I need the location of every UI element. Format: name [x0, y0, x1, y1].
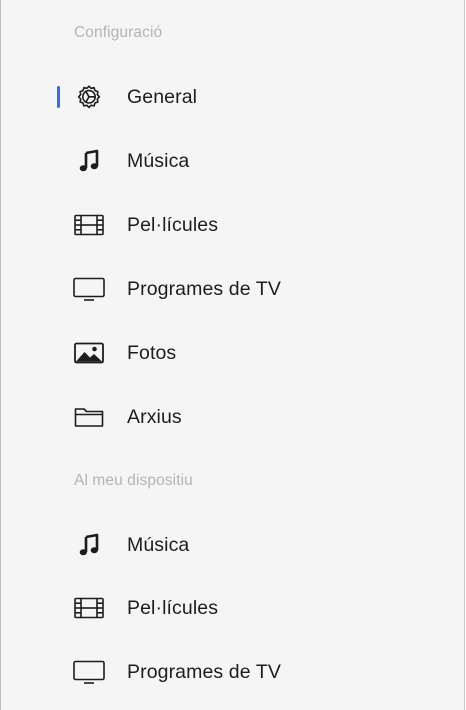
- tv-icon: [71, 657, 107, 687]
- sidebar-item-label: Arxius: [127, 405, 182, 428]
- section-title-configuracio: Configuració: [74, 24, 163, 41]
- sidebar-item-programes-tv[interactable]: Programes de TV: [1, 267, 464, 311]
- music-note-icon: [71, 146, 107, 176]
- sidebar-item-device-musica[interactable]: Música: [1, 523, 464, 567]
- sidebar-item-fotos[interactable]: Fotos: [1, 331, 464, 375]
- section-title-al-meu-dispositiu: Al meu dispositiu: [74, 472, 193, 489]
- sidebar-item-label: General: [127, 85, 198, 108]
- selection-indicator: [57, 86, 60, 108]
- sidebar-item-pellicules[interactable]: Pel·lícules: [1, 203, 464, 247]
- sidebar-item-general[interactable]: General: [1, 75, 464, 119]
- tv-icon: [71, 274, 107, 304]
- sidebar-item-label: Programes de TV: [127, 277, 281, 300]
- sidebar: Configuració General Música Pel·lícules …: [0, 0, 465, 710]
- music-note-icon: [71, 530, 107, 560]
- sidebar-item-label: Fotos: [127, 341, 177, 364]
- sidebar-item-device-programes-tv[interactable]: Programes de TV: [1, 650, 464, 694]
- photo-icon: [71, 338, 107, 368]
- sidebar-item-label: Música: [127, 533, 190, 556]
- sidebar-item-arxius[interactable]: Arxius: [1, 395, 464, 439]
- sidebar-item-device-pellicules[interactable]: Pel·lícules: [1, 586, 464, 630]
- gear-icon: [71, 82, 107, 112]
- folder-icon: [71, 402, 107, 432]
- sidebar-item-label: Música: [127, 149, 190, 172]
- sidebar-item-label: Pel·lícules: [127, 596, 219, 619]
- sidebar-item-label: Programes de TV: [127, 660, 281, 683]
- film-icon: [71, 593, 107, 623]
- film-icon: [71, 210, 107, 240]
- sidebar-item-label: Pel·lícules: [127, 213, 219, 236]
- sidebar-item-musica[interactable]: Música: [1, 139, 464, 183]
